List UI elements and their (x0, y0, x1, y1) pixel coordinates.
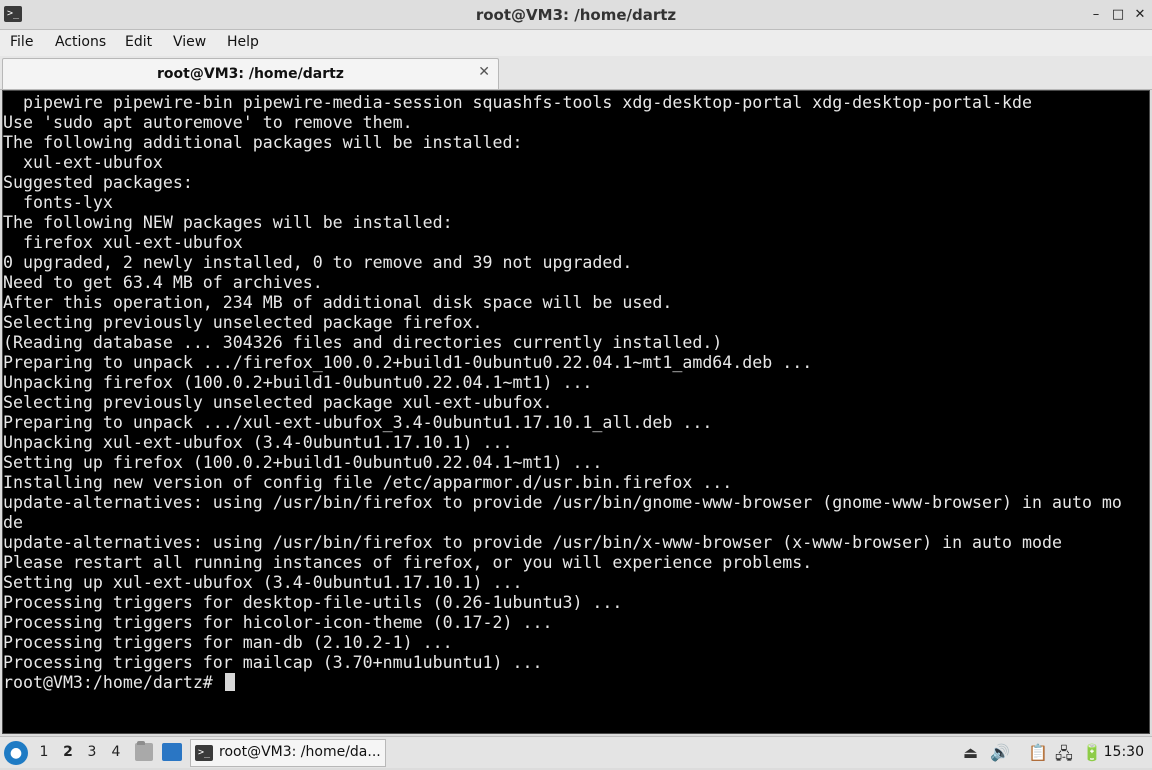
terminal-line: Processing triggers for mailcap (3.70+nm… (3, 653, 543, 672)
terminal-output[interactable]: pipewire pipewire-bin pipewire-media-ses… (2, 90, 1150, 734)
terminal-cursor (224, 673, 235, 691)
clock: 15:30 (1103, 744, 1144, 760)
terminal-line: Processing triggers for hicolor-icon-the… (3, 613, 553, 632)
workspace-4[interactable]: 4 (107, 744, 125, 760)
terminal-line: Setting up xul-ext-ubufox (3.4-0ubuntu1.… (3, 573, 523, 592)
terminal-line: Installing new version of config file /e… (3, 473, 733, 492)
terminal-line: Preparing to unpack .../firefox_100.0.2+… (3, 353, 813, 372)
terminal-line: pipewire pipewire-bin pipewire-media-ses… (3, 93, 1032, 112)
start-menu-icon[interactable]: ● (4, 741, 28, 765)
terminal-line: de (3, 513, 23, 532)
terminal-line: Selecting previously unselected package … (3, 313, 483, 332)
tab-bar: root@VM3: /home/dartz ✕ (0, 56, 1152, 90)
maximize-button[interactable]: □ (1108, 5, 1128, 25)
terminal-line: xul-ext-ubufox (3, 153, 163, 172)
terminal-line: Processing triggers for man-db (2.10.2-1… (3, 633, 453, 652)
taskbar-item-label: root@VM3: /home/da... (219, 744, 381, 760)
terminal-line: Selecting previously unselected package … (3, 393, 553, 412)
terminal-lines: pipewire pipewire-bin pipewire-media-ses… (3, 91, 1149, 693)
menu-bar: File Actions Edit View Help (0, 30, 1152, 56)
terminal-line: Need to get 63.4 MB of archives. (3, 273, 323, 292)
workspace-3[interactable]: 3 (83, 744, 101, 760)
terminal-line: Setting up firefox (100.0.2+build1-0ubun… (3, 453, 603, 472)
eject-icon[interactable]: ⏏ (963, 743, 978, 762)
taskbar: ● 1 2 3 4 >_ root@VM3: /home/da... ⏏ 🔊 📋… (0, 736, 1152, 768)
terminal-line: 0 upgraded, 2 newly installed, 0 to remo… (3, 253, 633, 272)
show-desktop-icon[interactable] (162, 743, 182, 761)
terminal-line: Processing triggers for desktop-file-uti… (3, 593, 623, 612)
terminal-line: update-alternatives: using /usr/bin/fire… (3, 533, 1062, 552)
workspace-1[interactable]: 1 (35, 744, 53, 760)
terminal-line: Unpacking firefox (100.0.2+build1-0ubunt… (3, 373, 593, 392)
menu-edit[interactable]: Edit (125, 34, 152, 50)
tab-label: root@VM3: /home/dartz (157, 66, 344, 82)
menu-help[interactable]: Help (227, 34, 259, 50)
menu-actions[interactable]: Actions (55, 34, 106, 50)
minimize-button[interactable]: – (1086, 5, 1106, 25)
terminal-line: Preparing to unpack .../xul-ext-ubufox_3… (3, 413, 713, 432)
network-icon[interactable]: 🖧 (1055, 743, 1073, 770)
battery-icon[interactable]: 🔋 (1082, 743, 1102, 762)
window-title: root@VM3: /home/dartz (475, 6, 677, 24)
terminal-prompt-line[interactable]: root@VM3:/home/dartz# (3, 673, 1149, 693)
taskbar-item-terminal[interactable]: >_ root@VM3: /home/da... (190, 739, 386, 767)
clipboard-icon[interactable]: 📋 (1028, 743, 1048, 762)
file-manager-icon[interactable] (135, 741, 153, 761)
window-titlebar[interactable]: >_ root@VM3: /home/dartz – □ ✕ (0, 0, 1152, 30)
menu-view[interactable]: View (173, 34, 206, 50)
terminal-icon: >_ (195, 745, 213, 761)
terminal-prompt: root@VM3:/home/dartz# (3, 673, 223, 692)
menu-file[interactable]: File (10, 34, 33, 50)
terminal-line: Unpacking xul-ext-ubufox (3.4-0ubuntu1.1… (3, 433, 513, 452)
terminal-line: fonts-lyx (3, 193, 113, 212)
terminal-line: After this operation, 234 MB of addition… (3, 293, 673, 312)
terminal-line: Please restart all running instances of … (3, 553, 813, 572)
terminal-line: firefox xul-ext-ubufox (3, 233, 243, 252)
volume-icon[interactable]: 🔊 (990, 743, 1010, 762)
terminal-line: update-alternatives: using /usr/bin/fire… (3, 493, 1122, 512)
terminal-line: (Reading database ... 304326 files and d… (3, 333, 723, 352)
terminal-line: The following additional packages will b… (3, 133, 523, 152)
terminal-line: Suggested packages: (3, 173, 193, 192)
tab-terminal[interactable]: root@VM3: /home/dartz ✕ (2, 58, 499, 89)
tab-close-icon[interactable]: ✕ (478, 64, 490, 80)
terminal-line: The following NEW packages will be insta… (3, 213, 453, 232)
workspace-2[interactable]: 2 (59, 744, 77, 760)
terminal-line: Use 'sudo apt autoremove' to remove them… (3, 113, 413, 132)
close-button[interactable]: ✕ (1130, 5, 1150, 25)
